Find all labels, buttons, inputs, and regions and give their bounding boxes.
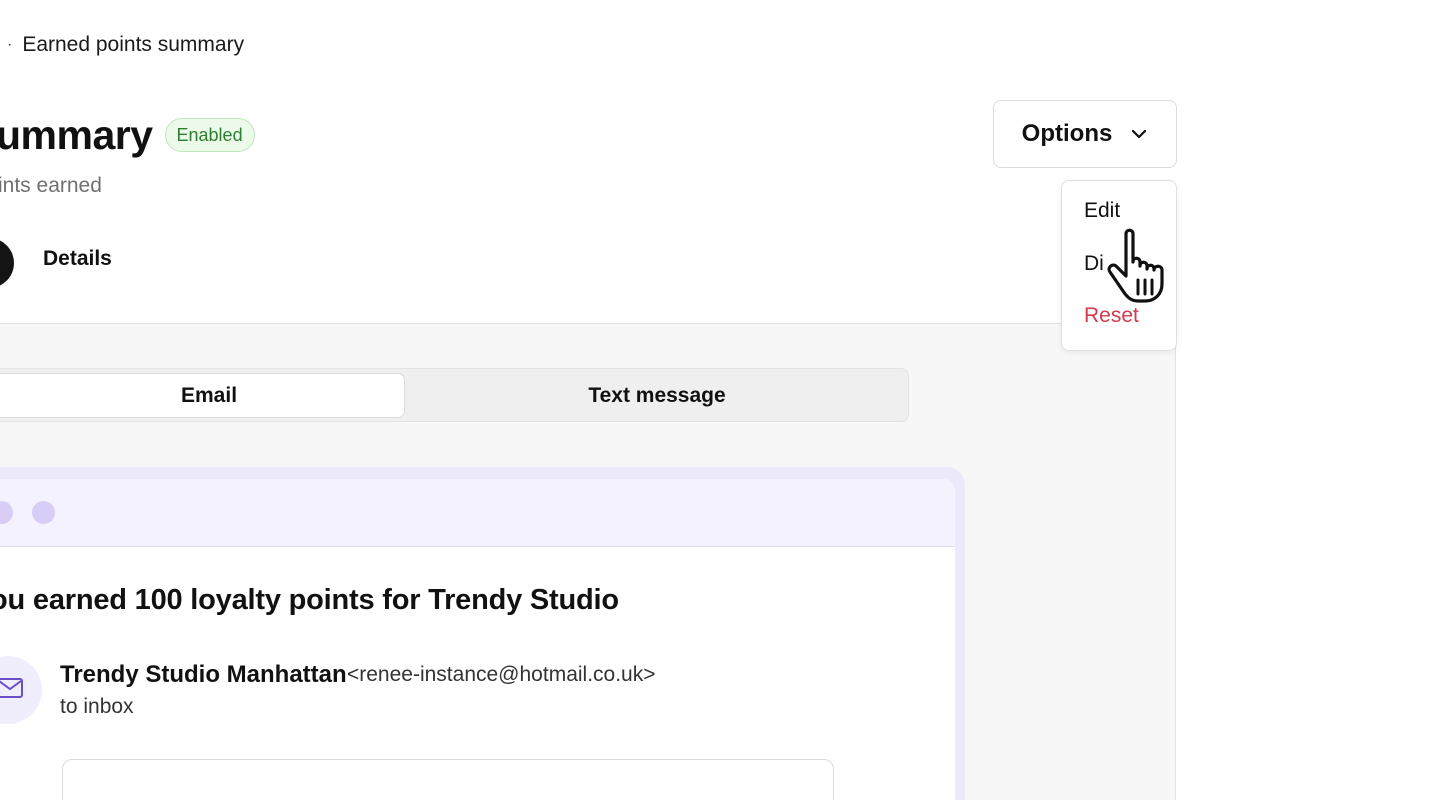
hand-pointer-cursor-icon (1100, 224, 1178, 306)
channel-toggle-text-label: Text message (588, 383, 726, 407)
tab-active-indicator[interactable] (0, 238, 14, 288)
breadcrumb-separator: · (7, 36, 13, 53)
breadcrumb-current: Earned points summary (22, 33, 245, 56)
options-button[interactable]: Options (993, 100, 1177, 168)
status-badge: Enabled (164, 118, 255, 152)
email-body-card (62, 759, 834, 800)
menu-item-edit[interactable]: Edit (1084, 199, 1120, 223)
window-dot (0, 501, 13, 524)
title-row: ummary Enabled (0, 108, 255, 162)
channel-toggle-email[interactable]: Email (0, 373, 405, 418)
envelope-icon (0, 677, 24, 704)
sender-name: Trendy Studio Manhattan (60, 661, 347, 688)
channel-toggle-text-message[interactable]: Text message (405, 373, 909, 418)
channel-toggle-email-label: Email (181, 383, 238, 407)
chevron-down-icon (1130, 125, 1148, 143)
breadcrumb: · Earned points summary (0, 30, 244, 60)
recipient-line: to inbox (60, 695, 134, 718)
options-button-label: Options (1021, 120, 1113, 147)
sender-email: <renee-instance@hotmail.co.uk> (347, 663, 656, 686)
email-subject: ou earned 100 loyalty points for Trendy … (0, 584, 619, 616)
email-preview-titlebar (0, 479, 955, 547)
window-dot (32, 501, 55, 524)
tab-details[interactable]: Details (43, 247, 112, 271)
menu-item-reset[interactable]: Reset (1084, 304, 1139, 328)
page-title: ummary (0, 111, 153, 158)
page-subtitle: ints earned (0, 174, 102, 197)
email-preview-window (0, 479, 955, 800)
